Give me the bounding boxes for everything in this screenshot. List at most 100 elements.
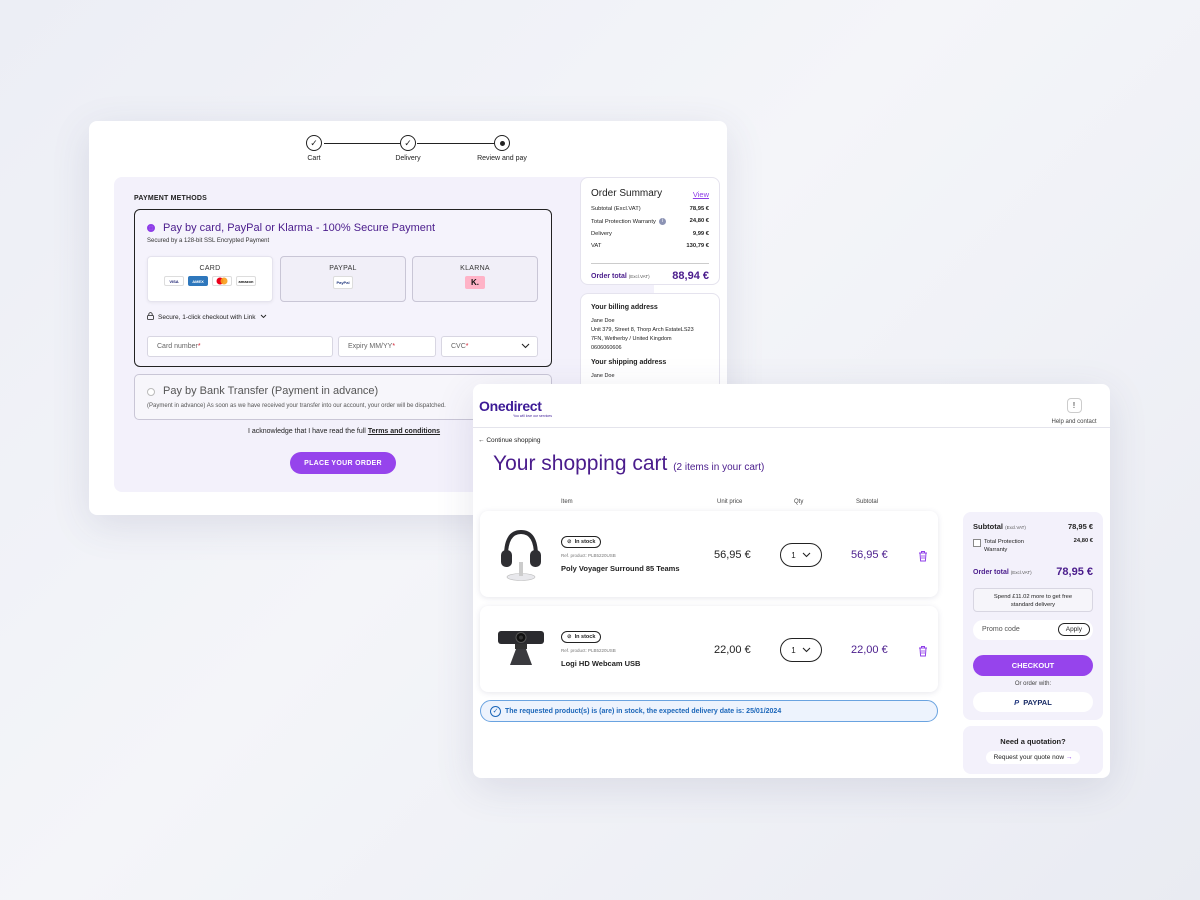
row-label: Total Protection Warranty <box>591 219 656 226</box>
unit-price: 56,95 € <box>714 549 751 561</box>
free-delivery-hint: Spend £11.02 more to get free standard d… <box>973 588 1093 612</box>
ack-text: I acknowledge that I have read the full <box>247 428 366 435</box>
mastercard-icon <box>212 276 232 286</box>
quantity-select[interactable]: 1 <box>780 543 822 567</box>
field-placeholder: Card number <box>157 343 198 350</box>
request-quote-label: Request your quote now <box>993 754 1065 761</box>
payment-method-title: Pay by card, PayPal or Klarma - 100% Sec… <box>163 222 436 234</box>
stock-label: In stock <box>574 634 596 640</box>
amex-icon: AMEX <box>188 276 208 286</box>
trash-icon[interactable] <box>918 644 928 657</box>
check-circle-icon: ✓ <box>490 706 501 717</box>
payment-method-title: Pay by Bank Transfer (Payment in advance… <box>163 385 379 397</box>
amazon-pay-icon: amazon <box>236 276 256 286</box>
required-mark: * <box>392 343 396 350</box>
chevron-down-icon <box>802 646 811 655</box>
row-label-wrap: Total Protection Warranty i <box>591 218 666 225</box>
quotation-box: Need a quotation? Request your quote now… <box>963 726 1103 774</box>
order-summary-card: Order Summary View Subtotal (Excl.VAT) 78… <box>580 177 720 285</box>
step-label: Review and pay <box>477 155 527 162</box>
brand-tagline: You will love our services <box>513 414 552 418</box>
visa-icon: VISA <box>164 276 184 286</box>
row-value: 130,79 € <box>686 243 709 249</box>
place-order-button[interactable]: PLACE YOUR ORDER <box>290 452 396 474</box>
shopping-cart-panel: Onedirect You will love our services ! H… <box>473 384 1110 778</box>
trash-icon[interactable] <box>918 549 928 562</box>
billing-phone: 0606060606 <box>591 345 622 352</box>
continue-shopping-link[interactable]: ← Continue shopping <box>478 437 541 444</box>
help-label: Help and contact <box>1051 419 1097 425</box>
summary-row: Delivery 9,99 € <box>591 231 709 237</box>
radio-unselected[interactable] <box>147 388 155 396</box>
shipping-title: Your shipping address <box>591 359 667 367</box>
card-payment-method[interactable]: Pay by card, PayPal or Klarma - 100% Sec… <box>134 209 552 367</box>
paypal-logo-wrap: PayPal <box>281 276 405 289</box>
billing-title: Your billing address <box>591 304 658 311</box>
link-checkout-toggle[interactable]: Secure, 1-click checkout with Link <box>147 312 267 322</box>
step-cart[interactable]: ✓ Cart <box>274 135 354 162</box>
product-name[interactable]: Poly Voyager Surround 85 Teams <box>561 564 680 573</box>
klarna-logo-wrap: K. <box>413 276 537 289</box>
quantity-select[interactable]: 1 <box>780 638 822 662</box>
terms-link[interactable]: Terms and conditions <box>368 428 440 435</box>
check-icon: ✓ <box>400 135 416 151</box>
site-header: Onedirect You will love our services ! H… <box>473 384 1110 428</box>
info-icon[interactable]: i <box>658 218 666 225</box>
product-ref: Ref. product: PLB5220USB <box>561 648 616 653</box>
brand-logo[interactable]: Onedirect <box>479 398 542 414</box>
klarna-icon: K. <box>465 276 485 289</box>
card-logos: VISA AMEX amazon <box>148 276 272 286</box>
warranty-value: 24,80 € <box>1073 538 1093 544</box>
cart-count: (2 items in your cart) <box>673 462 765 473</box>
stock-badge: ⊘ In stock <box>561 536 602 548</box>
chevron-down-icon <box>260 314 267 321</box>
cart-summary: Subtotal (Excl.VAT) 78,95 € Total Protec… <box>963 512 1103 720</box>
product-ref: Ref. product: PLB5220USB <box>561 553 616 558</box>
step-delivery[interactable]: ✓ Delivery <box>368 135 448 162</box>
order-total-note: (Excl.VAT) <box>1010 569 1032 575</box>
option-label: KLARNA <box>460 265 490 272</box>
help-and-contact[interactable]: ! Help and contact <box>1044 398 1104 425</box>
link-checkout-label: Secure, 1-click checkout with Link <box>158 313 256 321</box>
row-label: VAT <box>591 243 602 249</box>
order-total-value: 78,95 € <box>1056 566 1093 578</box>
option-card[interactable]: CARD VISA AMEX amazon <box>147 256 273 302</box>
order-total-label: Order total <box>591 272 627 280</box>
order-total-note: (Excl.VAT) <box>628 273 650 279</box>
request-quote-button[interactable]: Request your quote now → <box>985 751 1081 764</box>
required-mark: * <box>465 343 469 350</box>
order-total-row: Order total (Excl.VAT) 88,94 € <box>591 263 709 282</box>
step-label: Delivery <box>395 155 421 162</box>
option-label: CARD <box>199 265 221 272</box>
summary-row: VAT 130,79 € <box>591 243 709 249</box>
subtotal-note: (Excl.VAT) <box>1005 525 1026 530</box>
cart-item: ⊘ In stock Ref. product: PLB5220USB Logi … <box>480 606 938 692</box>
card-number-field[interactable]: Card number* <box>147 336 333 357</box>
chevron-down-icon <box>521 343 530 351</box>
item-subtotal: 22,00 € <box>851 644 888 656</box>
step-review-and-pay[interactable]: Review and pay <box>462 135 542 162</box>
warranty-checkbox-label[interactable]: Total Protection Warranty <box>973 538 1043 554</box>
row-value: 9,99 € <box>692 231 709 237</box>
promo-code-input[interactable]: Promo code Apply <box>973 620 1093 640</box>
spend-line: Spend £11.02 more to get free <box>993 594 1073 600</box>
chevron-down-icon <box>802 551 811 560</box>
apply-button[interactable]: Apply <box>1057 623 1090 636</box>
expiry-field[interactable]: Expiry MM/YY* <box>338 336 436 357</box>
payment-method-subtitle: (Payment in advance) As soon as we have … <box>147 403 446 409</box>
paypal-button[interactable]: P PAYPAL <box>973 692 1093 712</box>
option-klarna[interactable]: KLARNA K. <box>412 256 538 302</box>
checkout-button[interactable]: CHECKOUT <box>973 655 1093 676</box>
radio-selected[interactable] <box>147 224 155 232</box>
warranty-row[interactable]: Total Protection Warranty 24,80 € <box>973 538 1093 554</box>
product-name[interactable]: Logi HD Webcam USB <box>561 659 640 668</box>
billing-line: Unit 379, Street 8, Thorp Arch EstateLS2… <box>591 327 694 334</box>
step-label: Cart <box>307 155 321 162</box>
option-paypal[interactable]: PAYPAL PayPal <box>280 256 406 302</box>
paypal-label: PAYPAL <box>1023 697 1052 707</box>
view-link[interactable]: View <box>693 190 709 199</box>
cvc-field[interactable]: CVC* <box>441 336 538 357</box>
check-icon: ✓ <box>306 135 322 151</box>
payment-method-subtitle: Secured by a 128-bit SSL Encrypted Payme… <box>147 238 270 244</box>
chat-icon: ! <box>1066 398 1082 413</box>
